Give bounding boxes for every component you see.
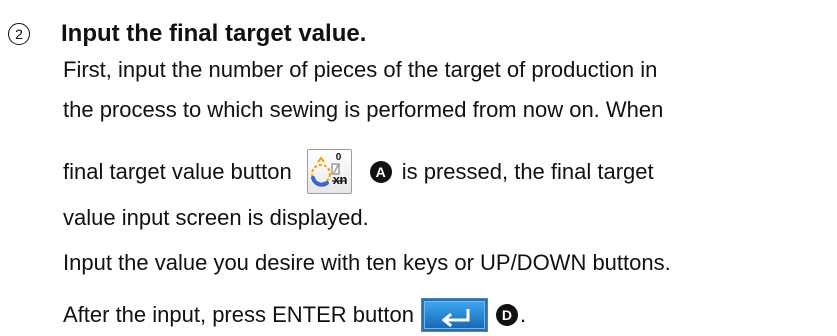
marker-d: D — [495, 304, 518, 326]
manual-page: 2 Input the final target value. First, i… — [0, 0, 837, 336]
step-heading: 2 Input the final target value. — [8, 18, 366, 50]
step-number: 2 — [8, 23, 30, 45]
instruction-line-1: First, input the number of pieces of the… — [63, 57, 658, 82]
enter-arrow-icon — [441, 309, 470, 328]
final-target-xn-label: xn — [332, 172, 348, 187]
final-target-value-button-illustration: 0 xn — [306, 149, 352, 194]
instruction-line-2: the process to which sewing is performed… — [63, 97, 664, 122]
final-target-top-label: 0 — [335, 152, 342, 163]
instruction-line-4: value input screen is displayed. — [63, 205, 369, 230]
instruction-line-6: After the input, press ENTER button D . — [63, 298, 526, 332]
line3-text-after-marker: is pressed, the final target — [401, 158, 654, 184]
marker-a: A — [369, 160, 392, 183]
instruction-line-3: final target value button 0 xn A is pres… — [63, 149, 654, 194]
enter-button-illustration — [420, 298, 488, 332]
line6-text-before-button: After the input, press ENTER button — [63, 302, 414, 327]
line6-text-after-marker: . — [519, 302, 527, 327]
step-title: Input the final target value. — [61, 20, 367, 47]
line3-text-before-button: final target value button — [63, 158, 292, 184]
instruction-line-5: Input the value you desire with ten keys… — [63, 250, 671, 275]
